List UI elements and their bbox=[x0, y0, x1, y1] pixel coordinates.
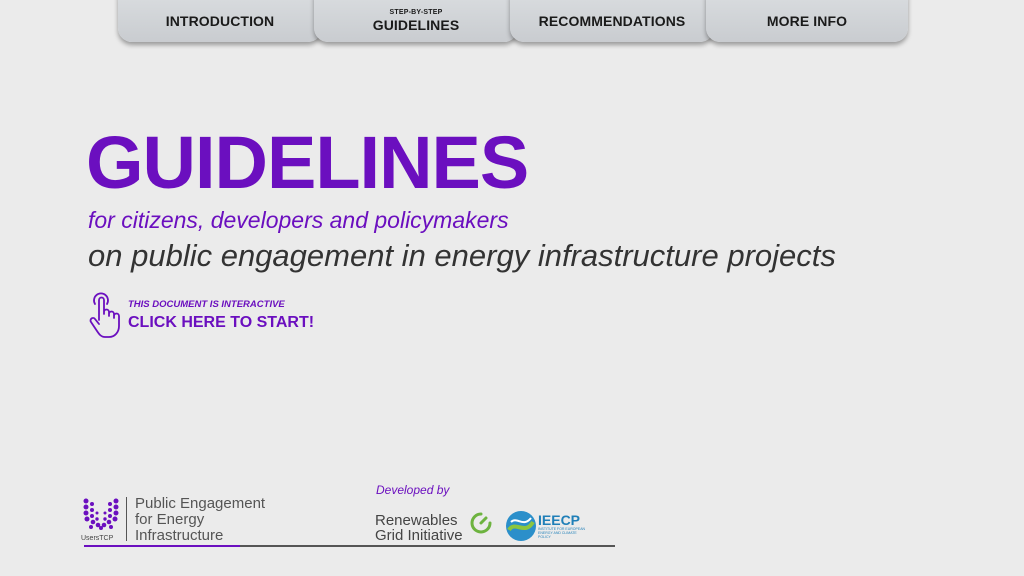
hand-pointer-icon bbox=[89, 292, 120, 338]
top-navigation: INTRODUCTION STEP-BY-STEP GUIDELINES REC… bbox=[118, 0, 908, 44]
rgi-line: Grid Initiative bbox=[375, 527, 463, 544]
footer-rule-accent bbox=[84, 545, 240, 547]
page-title: GUIDELINES bbox=[86, 121, 529, 204]
tab-recommendations[interactable]: RECOMMENDATIONS bbox=[510, 0, 714, 42]
pei-label: Public Engagement for Energy Infrastruct… bbox=[135, 496, 265, 544]
ieecp-logo-icon bbox=[506, 511, 536, 541]
developed-by-label: Developed by bbox=[376, 483, 450, 497]
pei-line: for Energy bbox=[135, 511, 205, 528]
ieecp-wordmark: IEECP bbox=[538, 512, 581, 528]
tab-sublabel: STEP-BY-STEP bbox=[389, 9, 443, 16]
tab-more-info[interactable]: MORE INFO bbox=[706, 0, 908, 42]
tab-label: RECOMMENDATIONS bbox=[538, 13, 686, 29]
pei-line: Public Engagement bbox=[135, 495, 266, 512]
cta-hint: THIS DOCUMENT IS INTERACTIVE bbox=[128, 298, 285, 310]
rgi-logo-text: Renewables Grid Initiative bbox=[375, 513, 463, 543]
page-subtitle: for citizens, developers and policymaker… bbox=[88, 207, 509, 233]
start-button[interactable]: THIS DOCUMENT IS INTERACTIVE CLICK HERE … bbox=[86, 290, 314, 340]
tab-label: MORE INFO bbox=[766, 13, 848, 29]
tab-label: GUIDELINES bbox=[372, 17, 460, 33]
page-description: on public engagement in energy infrastru… bbox=[88, 238, 836, 273]
rgi-line: Renewables bbox=[375, 512, 458, 529]
userstcp-caption: UsersTCP bbox=[81, 535, 114, 542]
rgi-logo-icon bbox=[470, 512, 492, 534]
cta-label: CLICK HERE TO START! bbox=[128, 313, 315, 331]
footer-rule bbox=[84, 545, 615, 547]
tab-label: INTRODUCTION bbox=[165, 13, 275, 29]
tab-guidelines[interactable]: STEP-BY-STEP GUIDELINES bbox=[314, 0, 518, 42]
ieecp-subtitle: INSTITUTE FOR EUROPEAN ENERGY AND CLIMAT… bbox=[538, 527, 586, 539]
footer-divider bbox=[126, 497, 127, 541]
tab-introduction[interactable]: INTRODUCTION bbox=[118, 0, 322, 42]
pei-line: Infrastructure bbox=[135, 527, 224, 544]
